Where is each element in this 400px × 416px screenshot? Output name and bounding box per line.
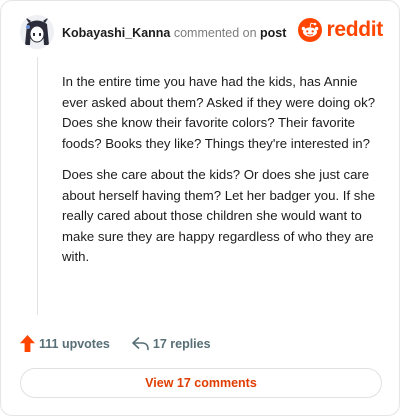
comment-meta: Kobayashi_Kanna commented on post	[62, 26, 286, 40]
upvote-arrow-icon	[20, 335, 35, 352]
thread-line	[37, 57, 38, 315]
reddit-snoo-icon	[298, 18, 323, 42]
reddit-logo[interactable]: reddit	[298, 18, 383, 42]
comment-body: In the entire time you have had the kids…	[62, 72, 380, 279]
upvote-button[interactable]: 111 upvotes	[20, 335, 110, 352]
comment-header: Kobayashi_Kanna commented on post reddit	[20, 15, 383, 51]
post-link[interactable]: post	[260, 26, 286, 40]
username-link[interactable]: Kobayashi_Kanna	[62, 26, 170, 40]
replies-button[interactable]: 17 replies	[132, 337, 211, 351]
upvote-count: 111 upvotes	[39, 336, 110, 351]
commented-on-text: commented on	[173, 26, 257, 40]
comment-paragraph: In the entire time you have had the kids…	[62, 74, 376, 151]
comment-card: Kobayashi_Kanna commented on post reddit…	[0, 0, 400, 416]
replies-count: 17 replies	[152, 336, 211, 351]
comment-paragraph: Does she care about the kids? Or does sh…	[62, 167, 376, 264]
reddit-wordmark: reddit	[326, 18, 383, 41]
reply-arrow-icon	[132, 336, 149, 350]
comment-actions: 111 upvotes 17 replies	[20, 335, 233, 352]
anime-avatar-icon[interactable]	[20, 15, 54, 49]
view-comments-button[interactable]: View 17 comments	[20, 368, 382, 398]
